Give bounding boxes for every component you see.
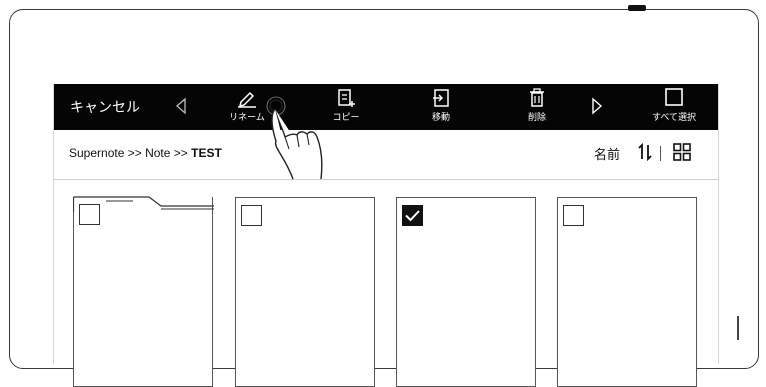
select-all-label: すべて選択 bbox=[651, 113, 696, 123]
device-power-button bbox=[628, 5, 646, 11]
grid-view-button[interactable] bbox=[673, 143, 691, 165]
pencil-icon bbox=[238, 91, 256, 108]
rename-label: リネーム bbox=[229, 113, 265, 123]
folder-tile[interactable] bbox=[73, 196, 214, 387]
device-side-mark bbox=[737, 316, 739, 340]
triangle-left-icon bbox=[176, 97, 186, 115]
scroll-right-button[interactable] bbox=[591, 97, 603, 119]
cancel-button[interactable]: キャンセル bbox=[70, 97, 140, 117]
check-icon bbox=[405, 210, 420, 222]
note-tile[interactable] bbox=[396, 197, 536, 387]
toolbar-divider bbox=[660, 146, 661, 161]
note-tile[interactable] bbox=[235, 197, 375, 387]
select-checkbox[interactable] bbox=[402, 205, 423, 226]
crumb-separator: >> bbox=[124, 146, 146, 160]
crumb-separator: >> bbox=[170, 146, 192, 160]
sort-by-name-button[interactable]: 名前 bbox=[594, 144, 620, 163]
delete-button[interactable]: 削除 bbox=[507, 88, 567, 128]
square-icon bbox=[665, 88, 683, 106]
sort-order-button[interactable] bbox=[636, 142, 654, 165]
crumb-current: TEST bbox=[191, 146, 222, 160]
scroll-left-button[interactable] bbox=[175, 97, 187, 119]
crumb-folder[interactable]: Note bbox=[145, 146, 170, 160]
select-all-button[interactable]: すべて選択 bbox=[644, 88, 704, 128]
copy-icon bbox=[338, 89, 355, 107]
note-tile[interactable] bbox=[557, 197, 697, 387]
breadcrumb: Supernote >> Note >> TEST bbox=[69, 146, 222, 160]
copy-button[interactable]: コピー bbox=[316, 88, 376, 128]
grid-icon bbox=[673, 143, 691, 161]
crumb-root[interactable]: Supernote bbox=[69, 146, 124, 160]
path-bar: Supernote >> Note >> TEST 名前 bbox=[54, 130, 718, 180]
trash-icon bbox=[530, 88, 544, 107]
sort-order-icon bbox=[638, 142, 652, 162]
move-icon bbox=[433, 89, 449, 107]
select-checkbox[interactable] bbox=[563, 205, 584, 226]
move-button[interactable]: 移動 bbox=[411, 88, 471, 128]
rename-button[interactable]: リネーム bbox=[217, 88, 277, 128]
move-label: 移動 bbox=[431, 113, 450, 123]
select-checkbox[interactable] bbox=[241, 205, 262, 226]
copy-label: コピー bbox=[332, 113, 360, 123]
triangle-right-icon bbox=[592, 97, 603, 115]
file-manager-screen: キャンセル リネーム コピー 移動 削除 すべて選択 Supernote >> … bbox=[53, 84, 719, 387]
select-checkbox[interactable] bbox=[79, 204, 100, 225]
selection-toolbar: キャンセル リネーム コピー 移動 削除 すべて選択 bbox=[54, 84, 718, 130]
delete-label: 削除 bbox=[527, 113, 546, 123]
